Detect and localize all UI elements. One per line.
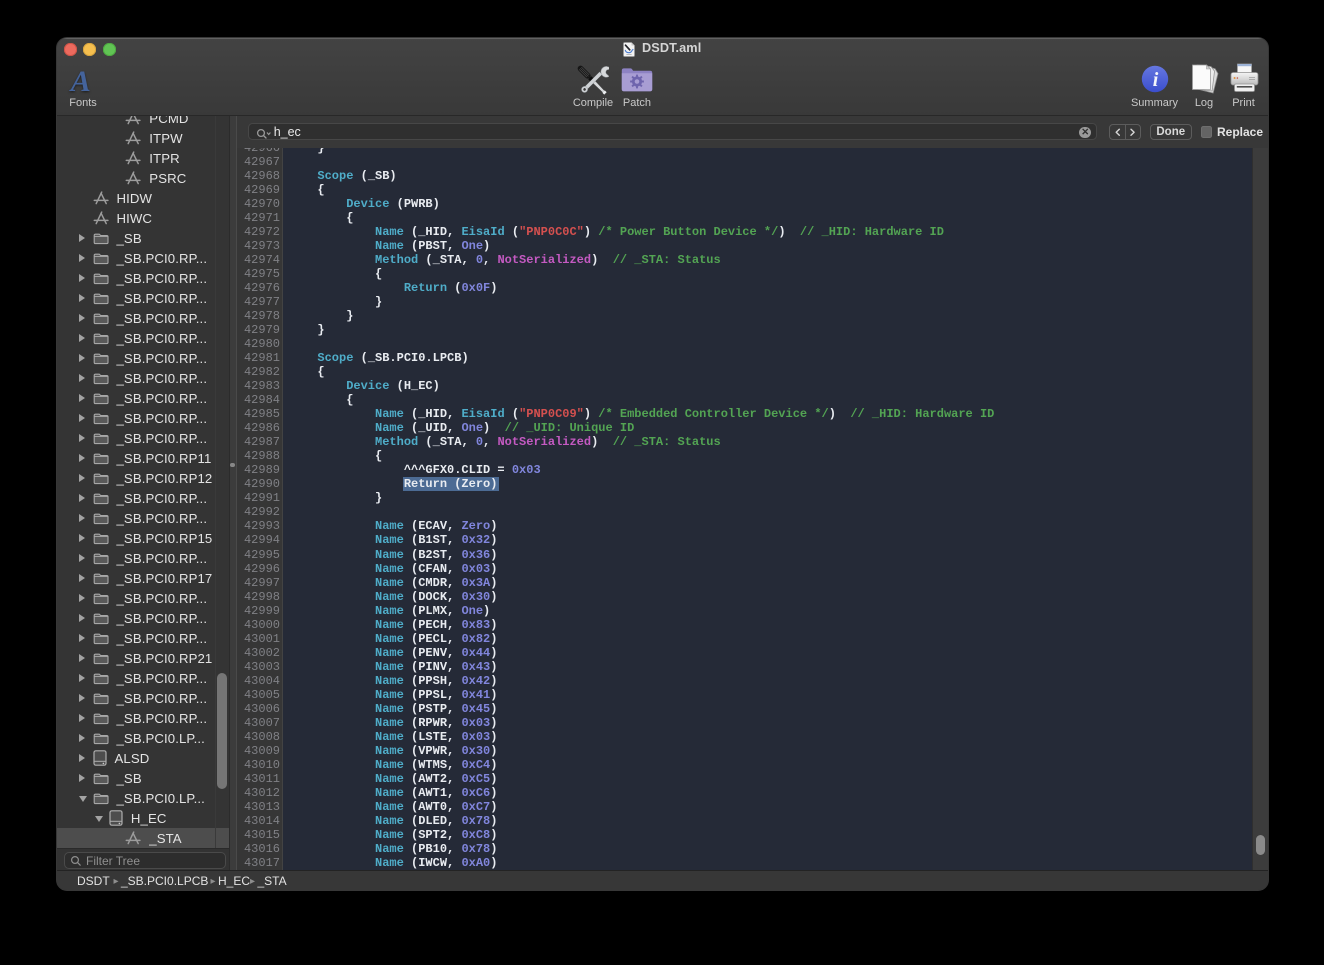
svg-text:i: i xyxy=(1152,69,1158,91)
